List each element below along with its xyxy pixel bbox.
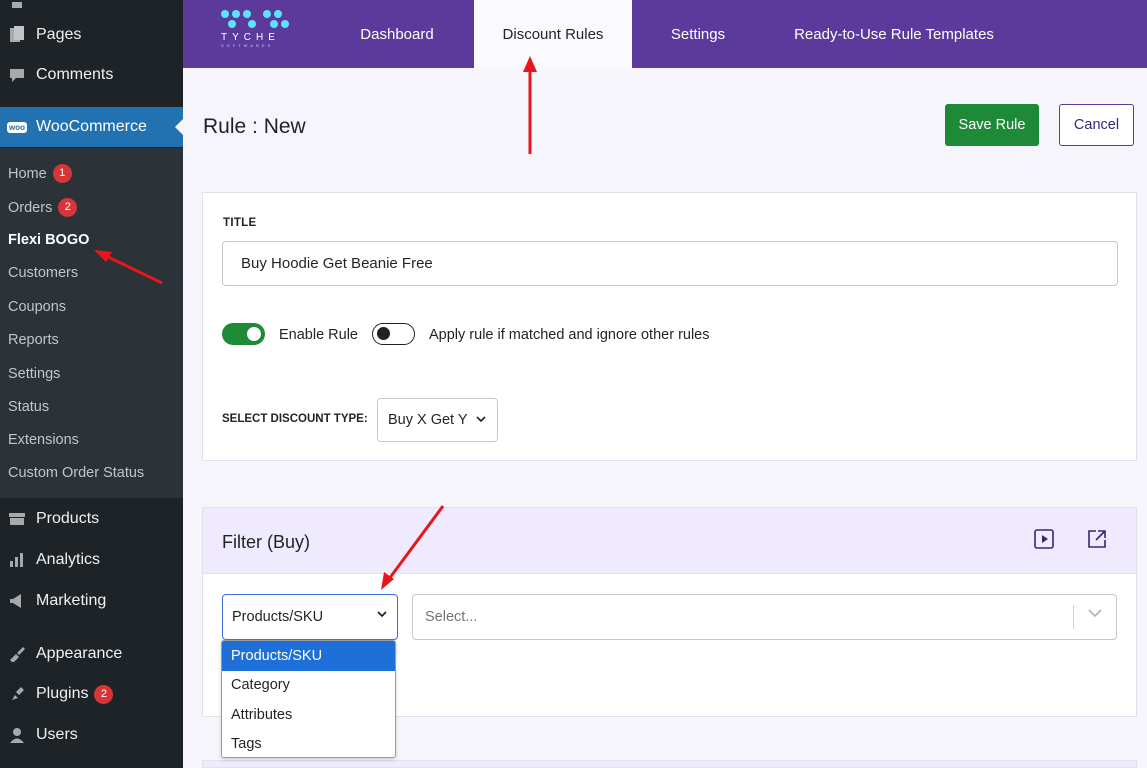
submenu-item-flexi-bogo[interactable]: Flexi BOGO — [8, 232, 89, 248]
select-separator — [1073, 605, 1074, 629]
option-products-sku[interactable]: Products/SKU — [222, 641, 395, 671]
sidebar-item-label: Comments — [36, 66, 114, 83]
submenu-item-orders[interactable]: Orders 2 — [8, 198, 78, 217]
annotation-arrow-discount-rules — [523, 56, 537, 154]
submenu-item-customers[interactable]: Customers — [8, 265, 78, 281]
filter-title: Filter (Buy) — [222, 532, 311, 552]
option-category[interactable]: Category — [222, 671, 395, 701]
plugin-top-nav: TYCHE SOFTWARES Dashboard Discount Rules… — [183, 0, 1147, 68]
rule-title-value: Buy Hoodie Get Beanie Free — [241, 255, 433, 272]
filter-header: Filter (Buy) — [203, 508, 1136, 574]
toggle-knob — [247, 327, 261, 341]
media-icon — [6, 0, 28, 17]
submenu-item-reports[interactable]: Reports — [8, 332, 59, 348]
sidebar-item-appearance[interactable]: Appearance — [0, 639, 183, 669]
chevron-down-icon — [1088, 607, 1102, 621]
sidebar-item-analytics[interactable]: Analytics — [0, 545, 183, 575]
submenu-item-settings[interactable]: Settings — [8, 366, 60, 382]
tab-rule-templates[interactable]: Ready-to-Use Rule Templates — [773, 0, 1015, 68]
page-title: Rule : New — [203, 115, 306, 138]
exclusive-rule-label: Apply rule if matched and ignore other r… — [429, 327, 710, 343]
sidebar-item-label: Plugins — [36, 685, 89, 702]
filter-value-select[interactable]: Select... — [412, 594, 1117, 640]
analytics-icon — [6, 550, 28, 570]
tab-settings[interactable]: Settings — [653, 0, 743, 68]
sidebar-item-label: Analytics — [36, 551, 101, 568]
submenu-item-status[interactable]: Status — [8, 399, 49, 415]
next-card-header — [202, 760, 1137, 768]
appearance-icon — [6, 644, 28, 664]
discount-type-select[interactable]: Buy X Get Y — [377, 398, 498, 442]
logo-subtext: SOFTWARES — [221, 43, 274, 48]
cancel-button[interactable]: Cancel — [1059, 104, 1134, 146]
tab-discount-rules[interactable]: Discount Rules — [474, 0, 632, 68]
sidebar-item-pages[interactable]: Pages — [0, 20, 183, 50]
submenu-item-extensions[interactable]: Extensions — [8, 432, 79, 448]
select-placeholder: Select... — [425, 609, 478, 625]
sidebar-item-label: Marketing — [36, 592, 107, 609]
woocommerce-submenu: Home 1 Orders 2 Flexi BOGO Customers Coupo… — [0, 148, 183, 498]
count-badge: 2 — [94, 684, 114, 704]
filter-type-select[interactable]: Products/SKU — [222, 594, 398, 640]
plugins-icon — [6, 684, 28, 704]
exclusive-rule-toggle[interactable] — [372, 323, 415, 345]
option-tags[interactable]: Tags — [222, 730, 395, 758]
pages-icon — [6, 25, 28, 45]
comments-icon — [6, 65, 28, 85]
admin-sidebar: Pages Comments woo WooCommerce Home 1 Ord… — [0, 0, 183, 768]
tyche-logo: TYCHE SOFTWARES — [221, 10, 301, 60]
rule-title-input[interactable]: Buy Hoodie Get Beanie Free — [222, 241, 1118, 286]
tab-dashboard[interactable]: Dashboard — [333, 0, 461, 68]
count-badge: 1 — [52, 164, 72, 183]
sidebar-item-partial — [0, 0, 183, 14]
marketing-icon — [6, 591, 28, 611]
sidebar-item-label: WooCommerce — [36, 118, 147, 135]
sidebar-item-products[interactable]: Products — [0, 504, 183, 534]
users-icon — [6, 725, 28, 745]
video-play-icon[interactable] — [1033, 528, 1055, 550]
woocommerce-icon: woo — [7, 121, 27, 133]
discount-type-label: SELECT DISCOUNT TYPE: — [222, 413, 368, 425]
toggle-knob — [377, 327, 390, 340]
sidebar-item-label: Users — [36, 726, 78, 743]
chevron-down-icon — [377, 609, 387, 621]
sidebar-item-label: Pages — [36, 26, 82, 43]
sidebar-item-label: Products — [36, 510, 100, 527]
sidebar-item-plugins[interactable]: Plugins 2 — [0, 679, 183, 709]
products-icon — [6, 509, 28, 529]
active-indicator — [175, 119, 183, 135]
sidebar-item-label: Appearance — [36, 645, 123, 662]
chevron-down-icon — [475, 414, 486, 426]
submenu-item-coupons[interactable]: Coupons — [8, 299, 66, 315]
title-label: TITLE — [223, 217, 257, 229]
sidebar-item-marketing[interactable]: Marketing — [0, 586, 183, 616]
submenu-item-home[interactable]: Home 1 — [8, 164, 72, 183]
sidebar-item-users[interactable]: Users — [0, 720, 183, 750]
submenu-item-custom-order-status[interactable]: Custom Order Status — [8, 465, 144, 481]
save-rule-button[interactable]: Save Rule — [945, 104, 1039, 146]
option-attributes[interactable]: Attributes — [222, 700, 395, 730]
rule-settings-card: TITLE Buy Hoodie Get Beanie Free Enable … — [202, 192, 1137, 461]
enable-rule-toggle[interactable] — [222, 323, 265, 345]
logo-wordmark: TYCHE — [221, 32, 280, 43]
filter-type-options: Products/SKU Category Attributes Tags — [221, 640, 396, 758]
sidebar-item-comments[interactable]: Comments — [0, 60, 183, 90]
sidebar-item-woocommerce[interactable]: woo WooCommerce — [0, 107, 183, 147]
count-badge: 2 — [58, 198, 78, 217]
enable-rule-label: Enable Rule — [279, 327, 358, 343]
external-link-icon[interactable] — [1086, 528, 1108, 550]
